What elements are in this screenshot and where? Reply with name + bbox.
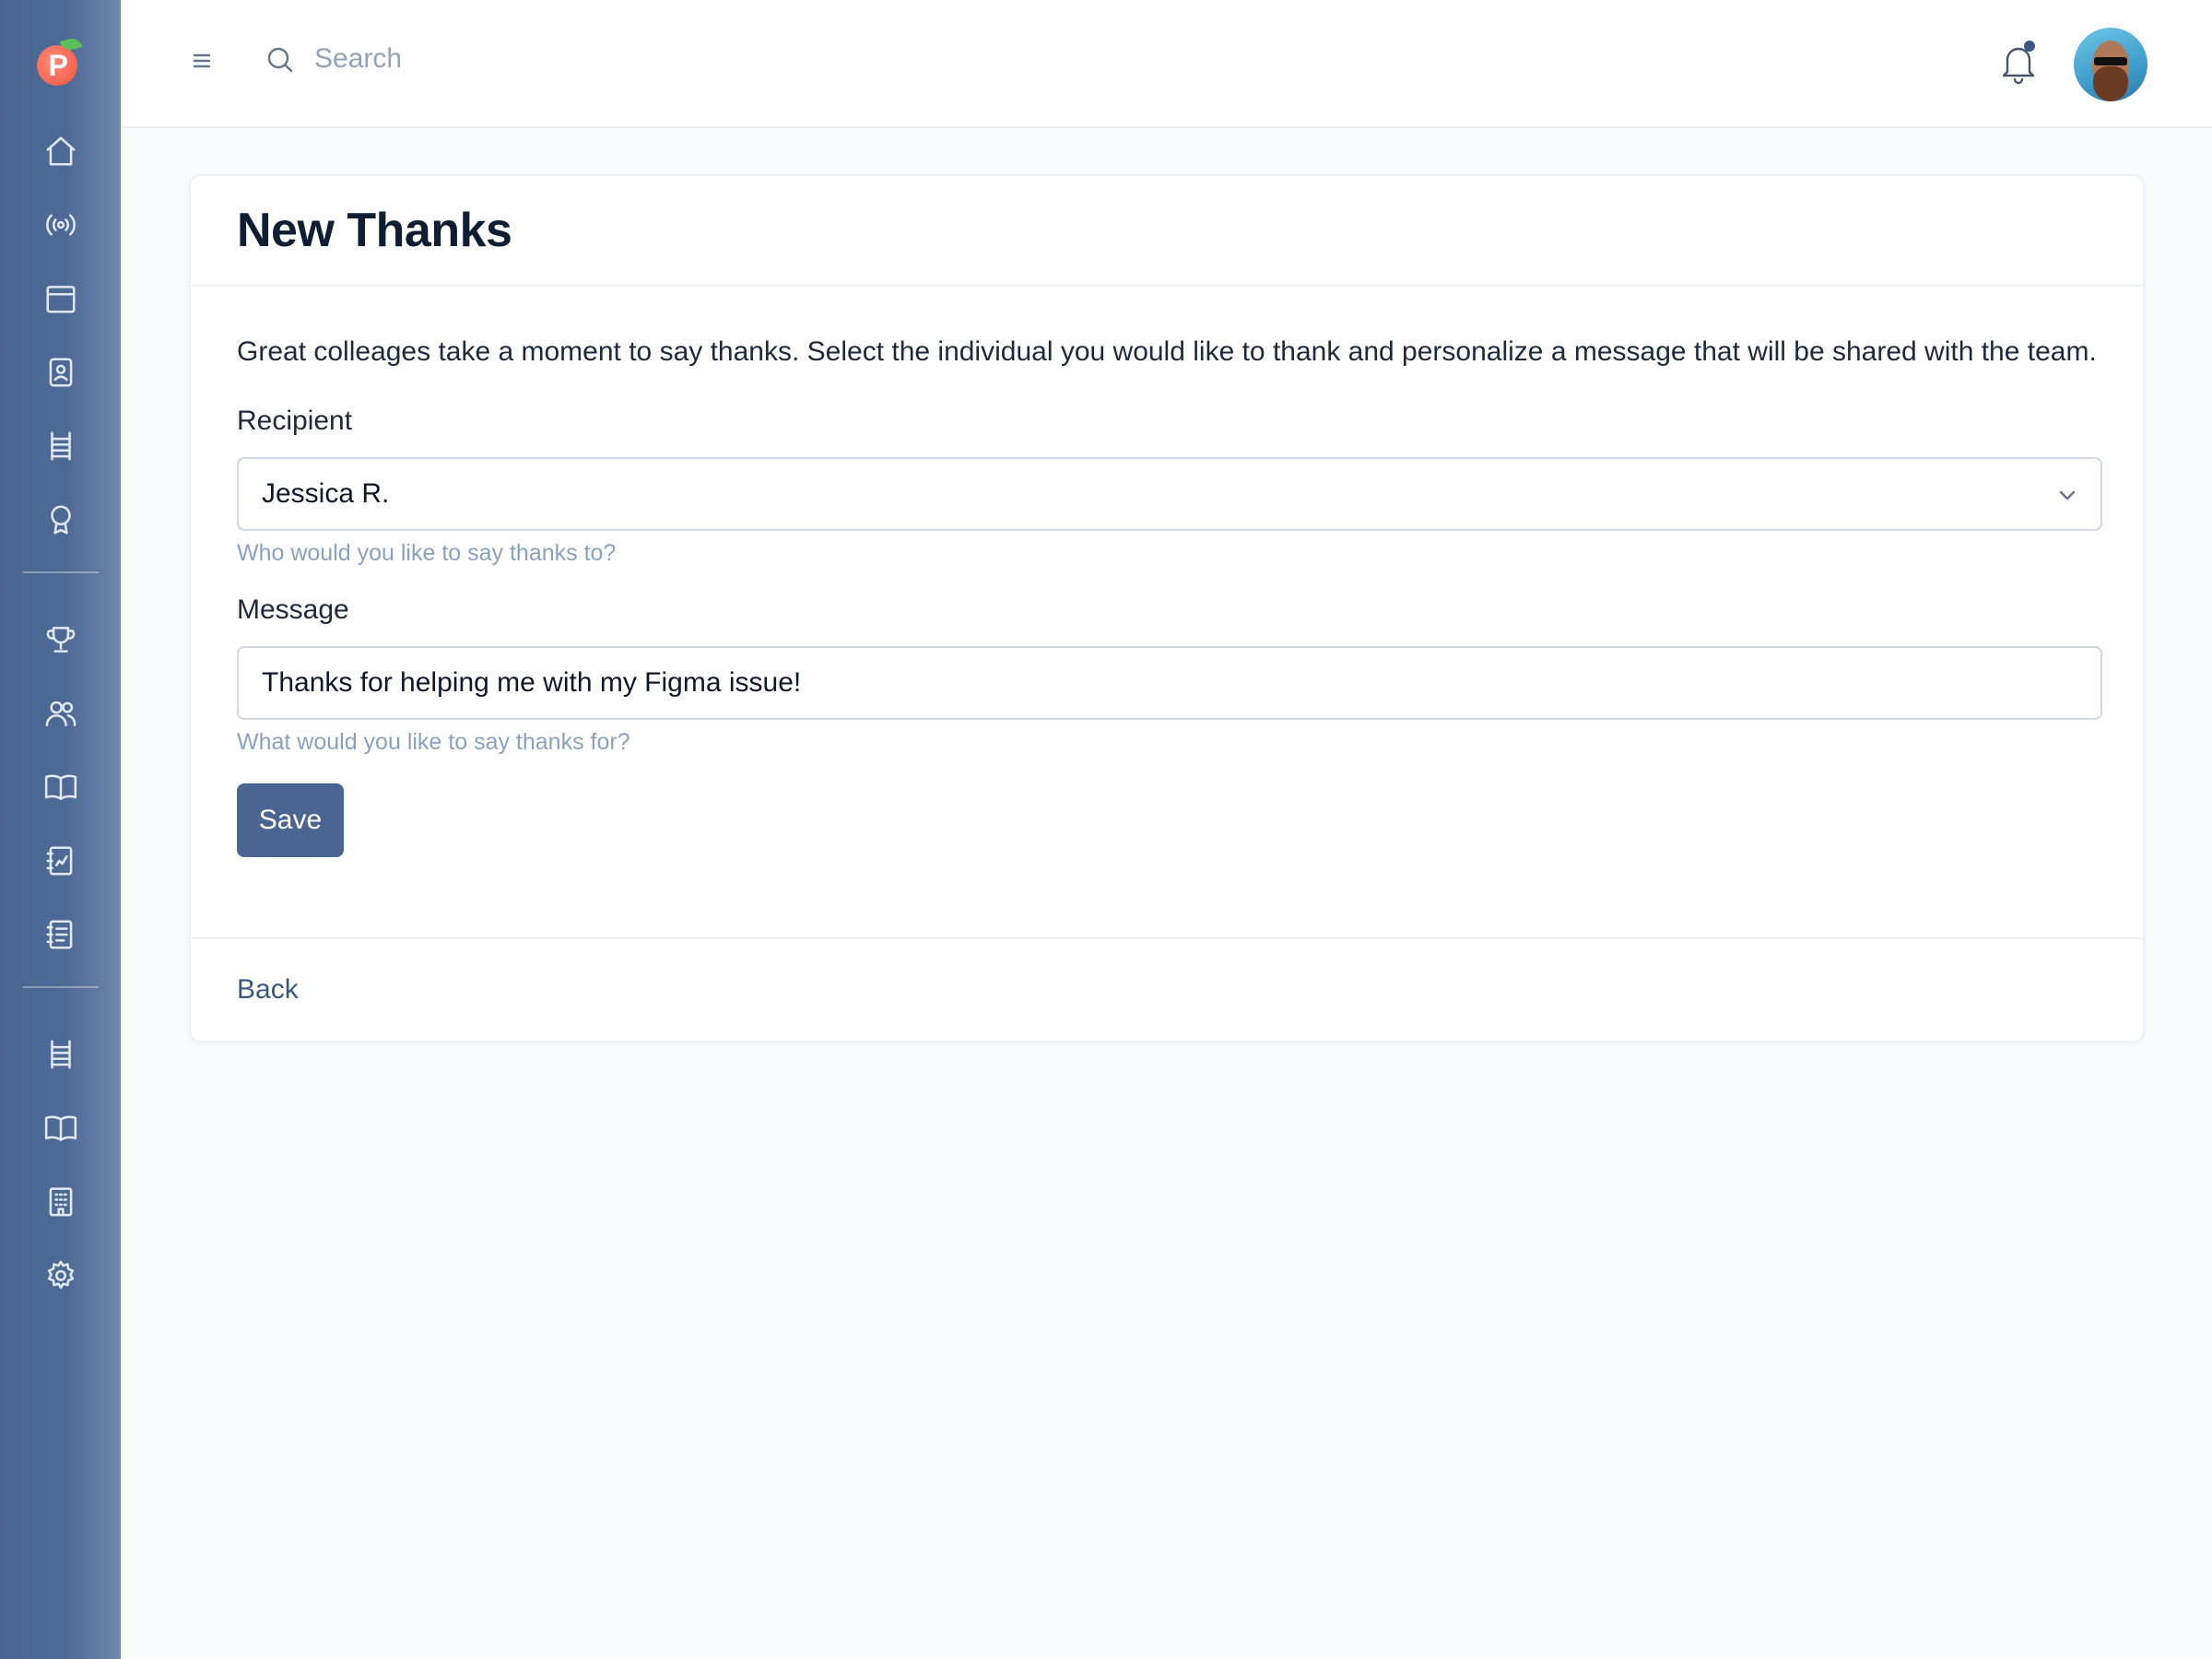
- trophy-icon: [46, 627, 75, 653]
- sidebar-item-home[interactable]: [31, 122, 90, 181]
- sidebar-item-document[interactable]: [31, 905, 90, 964]
- ladder-icon: [50, 1040, 71, 1069]
- message-label: Message: [237, 594, 349, 625]
- menu-toggle-button[interactable]: [187, 46, 217, 76]
- ladder-icon: [50, 431, 71, 461]
- sidebar-item-ladder-admin[interactable]: [31, 1025, 90, 1084]
- search-input[interactable]: [314, 35, 867, 83]
- intro-text: Great colleages take a moment to say tha…: [237, 336, 2097, 367]
- recipient-label: Recipient: [237, 406, 353, 436]
- sidebar-item-report[interactable]: [31, 831, 90, 890]
- sidebar-item-book[interactable]: [31, 758, 90, 817]
- award-icon: [50, 505, 71, 535]
- notification-dot: [2024, 41, 2035, 52]
- recipient-hint: Who would you like to say thanks to?: [237, 540, 617, 566]
- recipient-value: Jessica R.: [262, 478, 390, 509]
- sidebar-item-calendar[interactable]: [31, 269, 90, 328]
- sidebar-divider: [22, 986, 99, 988]
- sidebar-divider: [22, 571, 99, 573]
- chevron-down-icon: [2054, 483, 2080, 509]
- sidebar: P: [0, 0, 121, 1659]
- building-icon: [49, 1187, 72, 1217]
- message-hint: What would you like to say thanks for?: [237, 729, 630, 755]
- badge-icon: [49, 358, 72, 387]
- card-footer: Back: [191, 937, 2143, 1041]
- sidebar-item-book-admin[interactable]: [31, 1099, 90, 1158]
- sidebar-group-admin: [31, 1025, 90, 1305]
- broadcast-icon: [45, 214, 76, 236]
- back-link[interactable]: Back: [237, 974, 299, 1006]
- search-icon: [265, 44, 296, 76]
- calendar-icon: [45, 286, 76, 313]
- save-button[interactable]: Save: [237, 783, 344, 857]
- top-bar: [121, 0, 2212, 128]
- sidebar-item-trophy[interactable]: [31, 610, 90, 669]
- book-icon: [44, 1115, 76, 1141]
- recipient-select[interactable]: Jessica R.: [237, 457, 2102, 531]
- sidebar-item-ladder[interactable]: [31, 417, 90, 476]
- gear-icon: [47, 1260, 74, 1289]
- notifications-button[interactable]: [1998, 41, 2039, 85]
- new-thanks-card: New Thanks Great colleages take a moment…: [189, 174, 2145, 1042]
- users-icon: [45, 700, 76, 726]
- message-input[interactable]: Thanks for helping me with my Figma issu…: [237, 646, 2102, 720]
- sidebar-group-secondary: [31, 610, 90, 964]
- avatar[interactable]: [2074, 28, 2147, 101]
- report-icon: [45, 846, 72, 876]
- sidebar-item-users[interactable]: [31, 684, 90, 743]
- sidebar-item-settings[interactable]: [31, 1246, 90, 1305]
- home-icon: [45, 136, 76, 166]
- sidebar-group-main: [31, 122, 90, 549]
- sidebar-item-award[interactable]: [31, 490, 90, 549]
- sidebar-item-building[interactable]: [31, 1172, 90, 1231]
- sidebar-item-badge[interactable]: [31, 343, 90, 402]
- card-body: Great colleages take a moment to say tha…: [191, 287, 2143, 857]
- sidebar-item-broadcast[interactable]: [31, 195, 90, 254]
- card-header: New Thanks: [191, 176, 2143, 287]
- menu-icon: [193, 53, 211, 68]
- page-title: New Thanks: [237, 204, 512, 257]
- document-icon: [45, 920, 72, 949]
- book-icon: [44, 774, 76, 800]
- app-logo[interactable]: P: [36, 36, 85, 86]
